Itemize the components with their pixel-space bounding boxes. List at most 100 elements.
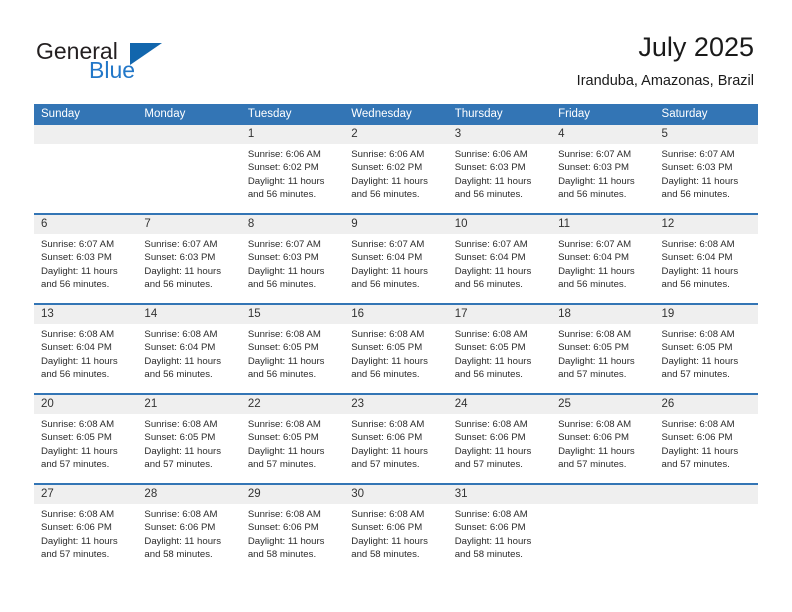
day-cell[interactable]: 13 Sunrise: 6:08 AM Sunset: 6:04 PM Dayligh… (34, 305, 138, 393)
sunrise-time: Sunrise: 6:08 AM (144, 329, 218, 340)
day-number: 6 (34, 215, 138, 234)
day-cell[interactable]: 24 Sunrise: 6:08 AM Sunset: 6:06 PM Dayligh… (447, 395, 552, 483)
daylight-duration-line1: Daylight: 11 hours (247, 535, 325, 547)
day-details: Sunrise: 6:07 AM Sunset: 6:03 PM Daylight:… (137, 234, 240, 292)
day-details: Sunrise: 6:08 AM Sunset: 6:05 PM Daylight:… (448, 324, 551, 382)
day-cell[interactable]: 1 Sunrise: 6:06 AM Sunset: 6:02 PM Daylight… (240, 125, 345, 213)
day-cell[interactable]: 15 Sunrise: 6:08 AM Sunset: 6:05 PM Dayligh… (240, 305, 345, 393)
sunrise-time: Sunrise: 6:07 AM (454, 239, 528, 250)
day-details: Sunrise: 6:08 AM Sunset: 6:06 PM Daylight:… (344, 414, 447, 472)
day-cell-empty (137, 125, 241, 213)
day-number: 23 (344, 395, 448, 414)
day-details: Sunrise: 6:08 AM Sunset: 6:05 PM Daylight:… (344, 324, 447, 382)
title-block: July 2025 Iranduba, Amazonas, Brazil (577, 30, 754, 90)
day-cell[interactable]: 25 Sunrise: 6:08 AM Sunset: 6:06 PM Dayligh… (551, 395, 655, 483)
brand-logo[interactable]: General Blue (36, 34, 236, 90)
sunset-time: Sunset: 6:04 PM (558, 252, 630, 264)
day-cell[interactable]: 16 Sunrise: 6:08 AM Sunset: 6:05 PM Dayligh… (344, 305, 448, 393)
sunrise-time: Sunrise: 6:08 AM (41, 329, 115, 340)
daylight-duration-line1: Daylight: 11 hours (247, 355, 325, 367)
day-cell[interactable]: 28 Sunrise: 6:08 AM Sunset: 6:06 PM Dayligh… (137, 485, 241, 573)
day-cell[interactable]: 10 Sunrise: 6:07 AM Sunset: 6:04 PM Dayligh… (447, 215, 552, 303)
day-details: Sunrise: 6:07 AM Sunset: 6:03 PM Daylight:… (241, 234, 344, 292)
daylight-duration-line1: Daylight: 11 hours (247, 445, 325, 457)
daylight-duration-line2: and 57 minutes. (247, 459, 317, 471)
day-cell[interactable]: 22 Sunrise: 6:08 AM Sunset: 6:05 PM Dayligh… (240, 395, 345, 483)
brand-name-blue: Blue (89, 57, 136, 83)
day-details: Sunrise: 6:08 AM Sunset: 6:05 PM Daylight:… (34, 414, 137, 472)
daylight-duration-line1: Daylight: 11 hours (351, 355, 428, 367)
daylight-duration-line1: Daylight: 11 hours (41, 535, 118, 547)
daylight-duration-line2: and 56 minutes. (454, 189, 523, 201)
day-cell[interactable]: 23 Sunrise: 6:08 AM Sunset: 6:06 PM Dayligh… (344, 395, 448, 483)
sunrise-time: Sunrise: 6:08 AM (661, 419, 735, 430)
day-cell[interactable]: 7 Sunrise: 6:07 AM Sunset: 6:03 PM Daylight… (137, 215, 241, 303)
day-cell[interactable]: 4 Sunrise: 6:07 AM Sunset: 6:03 PM Daylight… (551, 125, 655, 213)
daylight-duration-line2: and 56 minutes. (144, 279, 213, 291)
day-cell[interactable]: 3 Sunrise: 6:06 AM Sunset: 6:03 PM Daylight… (447, 125, 552, 213)
day-details: Sunrise: 6:06 AM Sunset: 6:02 PM Daylight:… (241, 144, 344, 202)
day-details: Sunrise: 6:08 AM Sunset: 6:06 PM Daylight:… (448, 504, 551, 562)
daylight-duration-line2: and 57 minutes. (558, 369, 627, 381)
sunrise-time: Sunrise: 6:07 AM (558, 149, 632, 160)
day-details: Sunrise: 6:08 AM Sunset: 6:06 PM Daylight:… (34, 504, 137, 562)
daylight-duration-line2: and 56 minutes. (351, 369, 420, 381)
day-number: 11 (551, 215, 655, 234)
sunrise-time: Sunrise: 6:08 AM (351, 509, 425, 520)
day-cell[interactable]: 11 Sunrise: 6:07 AM Sunset: 6:04 PM Dayligh… (551, 215, 655, 303)
day-details: Sunrise: 6:07 AM Sunset: 6:03 PM Daylight:… (34, 234, 137, 292)
day-cell[interactable]: 17 Sunrise: 6:08 AM Sunset: 6:05 PM Dayligh… (447, 305, 552, 393)
day-cell[interactable]: 18 Sunrise: 6:08 AM Sunset: 6:05 PM Dayligh… (551, 305, 655, 393)
daylight-duration-line1: Daylight: 11 hours (41, 355, 118, 367)
day-details: Sunrise: 6:08 AM Sunset: 6:05 PM Daylight:… (241, 324, 344, 382)
day-cell[interactable]: 31 Sunrise: 6:08 AM Sunset: 6:06 PM Dayligh… (447, 485, 552, 573)
day-number: 31 (447, 485, 552, 504)
day-cell[interactable]: 29 Sunrise: 6:08 AM Sunset: 6:06 PM Dayligh… (240, 485, 345, 573)
day-cell[interactable]: 19 Sunrise: 6:08 AM Sunset: 6:05 PM Dayligh… (654, 305, 758, 393)
page-title: July 2025 (638, 32, 754, 62)
day-cell[interactable]: 6 Sunrise: 6:07 AM Sunset: 6:03 PM Daylight… (34, 215, 138, 303)
sunset-time: Sunset: 6:05 PM (558, 342, 630, 354)
daylight-duration-line2: and 56 minutes. (247, 189, 317, 201)
day-cell[interactable]: 27 Sunrise: 6:08 AM Sunset: 6:06 PM Dayligh… (34, 485, 138, 573)
day-cell[interactable]: 12 Sunrise: 6:08 AM Sunset: 6:04 PM Dayligh… (654, 215, 758, 303)
day-number: 20 (34, 395, 138, 414)
day-details: Sunrise: 6:08 AM Sunset: 6:04 PM Daylight:… (655, 234, 758, 292)
sunset-time: Sunset: 6:06 PM (454, 432, 526, 444)
day-cell[interactable]: 2 Sunrise: 6:06 AM Sunset: 6:02 PM Daylight… (344, 125, 448, 213)
day-cell[interactable]: 26 Sunrise: 6:08 AM Sunset: 6:06 PM Dayligh… (654, 395, 758, 483)
day-number: 14 (137, 305, 241, 324)
day-cell[interactable]: 14 Sunrise: 6:08 AM Sunset: 6:04 PM Dayligh… (137, 305, 241, 393)
sunrise-time: Sunrise: 6:06 AM (247, 149, 321, 160)
daylight-duration-line1: Daylight: 11 hours (351, 445, 428, 457)
sunset-time: Sunset: 6:06 PM (351, 522, 423, 534)
sunrise-time: Sunrise: 6:08 AM (558, 329, 632, 340)
day-cell[interactable]: 30 Sunrise: 6:08 AM Sunset: 6:06 PM Dayligh… (344, 485, 448, 573)
sunset-time: Sunset: 6:03 PM (144, 252, 216, 264)
day-details: Sunrise: 6:07 AM Sunset: 6:04 PM Daylight:… (551, 234, 654, 292)
weekday-header-monday: Monday (144, 108, 186, 120)
day-cell-empty (34, 125, 138, 213)
day-number: 24 (447, 395, 552, 414)
day-cell[interactable]: 21 Sunrise: 6:08 AM Sunset: 6:05 PM Dayligh… (137, 395, 241, 483)
daylight-duration-line2: and 57 minutes. (454, 459, 523, 471)
daylight-duration-line2: and 56 minutes. (454, 369, 523, 381)
sunrise-time: Sunrise: 6:08 AM (41, 509, 115, 520)
sunrise-time: Sunrise: 6:07 AM (558, 239, 632, 250)
sunrise-time: Sunrise: 6:07 AM (247, 239, 321, 250)
daylight-duration-line1: Daylight: 11 hours (41, 445, 118, 457)
sunset-time: Sunset: 6:04 PM (454, 252, 526, 264)
day-cell[interactable]: 5 Sunrise: 6:07 AM Sunset: 6:03 PM Daylight… (654, 125, 758, 213)
day-cell[interactable]: 8 Sunrise: 6:07 AM Sunset: 6:03 PM Daylight… (240, 215, 345, 303)
daylight-duration-line2: and 56 minutes. (558, 189, 627, 201)
day-cell[interactable]: 20 Sunrise: 6:08 AM Sunset: 6:05 PM Dayligh… (34, 395, 138, 483)
daylight-duration-line2: and 57 minutes. (144, 459, 213, 471)
daylight-duration-line1: Daylight: 11 hours (454, 535, 532, 547)
daylight-duration-line2: and 56 minutes. (558, 279, 627, 291)
day-number: 30 (344, 485, 448, 504)
daylight-duration-line1: Daylight: 11 hours (661, 445, 739, 457)
sunrise-time: Sunrise: 6:08 AM (41, 419, 115, 430)
sunrise-time: Sunrise: 6:07 AM (144, 239, 218, 250)
day-cell-empty (654, 485, 758, 573)
day-cell[interactable]: 9 Sunrise: 6:07 AM Sunset: 6:04 PM Daylight… (344, 215, 448, 303)
